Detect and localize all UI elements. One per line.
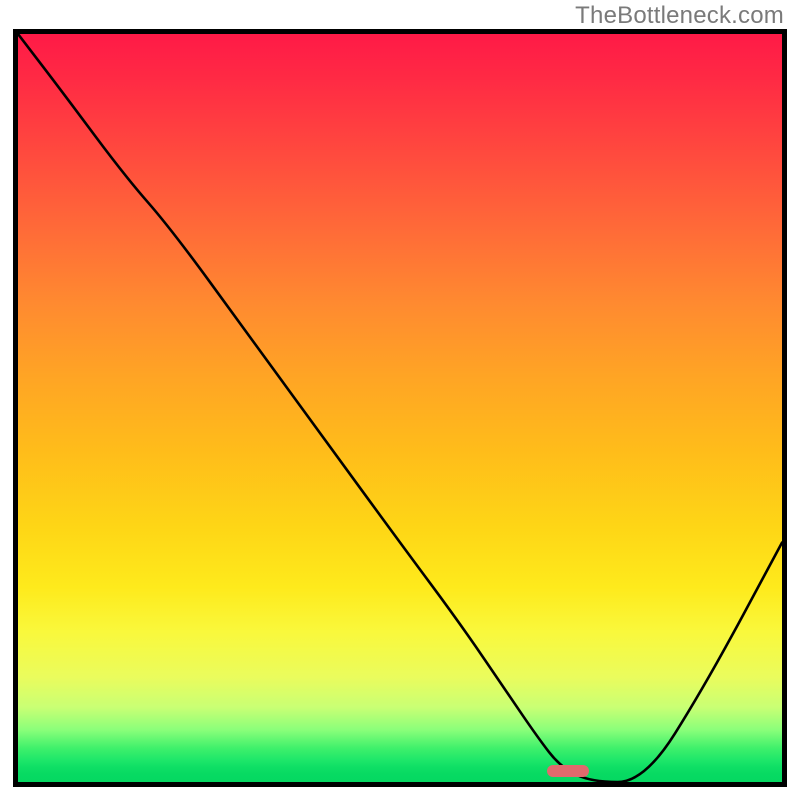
bottleneck-curve [18, 34, 782, 782]
chart-root: TheBottleneck.com [0, 0, 800, 800]
watermark-label: TheBottleneck.com [575, 2, 784, 30]
curve-path [18, 34, 782, 782]
optimal-marker [547, 765, 589, 777]
plot-frame [13, 29, 787, 787]
